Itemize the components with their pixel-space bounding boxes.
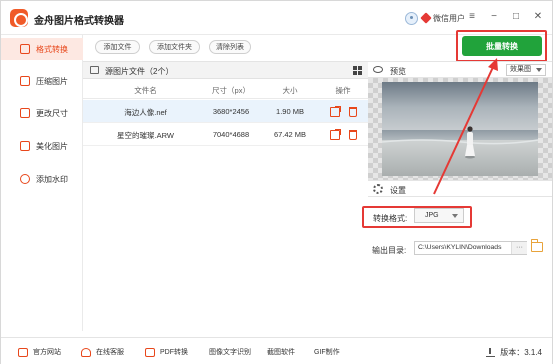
screenshot-link[interactable]: 截图软件 — [267, 347, 295, 357]
sidebar: 格式转换 压缩图片 更改尺寸 美化图片 添加水印 — [1, 35, 83, 331]
gif-maker-link[interactable]: GIF制作 — [314, 347, 340, 357]
add-file-button[interactable]: 添加文件 — [95, 40, 140, 54]
format-convert-icon — [20, 44, 30, 54]
file-list-panel: 源图片文件（2个） 文件名 尺寸（px） 大小 操作 海边人像.nef 3680… — [83, 61, 368, 331]
bottom-link-label: PDF转换 — [160, 349, 188, 356]
support-icon — [81, 347, 91, 357]
app-window: 金舟图片格式转换器 微信用户 ≡ − □ ✕ 格式转换 压缩图片 更改尺寸 美化… — [0, 0, 553, 364]
download-icon — [486, 348, 496, 357]
delete-icon[interactable] — [349, 130, 357, 140]
delete-icon[interactable] — [349, 107, 357, 117]
sidebar-item-label: 格式转换 — [36, 44, 68, 54]
maximize-button[interactable]: □ — [510, 11, 522, 23]
version-info[interactable]: 版本：3.1.4 — [486, 347, 542, 358]
file-dimensions: 7040*4688 — [212, 130, 250, 139]
settings-label: 设置 — [390, 186, 406, 195]
gear-icon — [373, 184, 383, 194]
beautify-icon — [20, 141, 30, 151]
close-button[interactable]: ✕ — [532, 11, 544, 23]
add-folder-button[interactable]: 添加文件夹 — [149, 40, 200, 54]
grid-view-icon[interactable] — [353, 66, 362, 75]
column-header-size: 大小 — [282, 86, 298, 95]
vip-badge-icon — [420, 12, 432, 24]
bottom-link-label: 在线客服 — [96, 349, 124, 356]
preview-header: 预览 效果图 — [368, 61, 552, 78]
minimize-button[interactable]: − — [488, 11, 500, 23]
sidebar-item-watermark[interactable]: 添加水印 — [1, 168, 83, 190]
pdf-convert-link[interactable]: PDF转换 — [145, 347, 188, 357]
file-list-title: 源图片文件（2个） — [105, 67, 174, 76]
sidebar-item-label: 美化图片 — [36, 141, 68, 151]
bottom-link-label: 图像文字识别 — [209, 349, 251, 356]
sidebar-item-label: 压缩图片 — [36, 76, 68, 86]
compress-icon — [20, 76, 30, 86]
menu-icon[interactable]: ≡ — [466, 11, 478, 23]
bottom-bar: 官方网站 在线客服 PDF转换 图像文字识别 截图软件 GIF制作 版本：3.1… — [1, 337, 552, 364]
resize-icon — [20, 108, 30, 118]
column-header-name: 文件名 — [134, 86, 157, 95]
sidebar-item-resize[interactable]: 更改尺寸 — [1, 102, 83, 124]
browse-button[interactable]: ··· — [511, 242, 527, 254]
file-dimensions: 3680*2456 — [212, 107, 250, 116]
preview-area — [368, 78, 552, 180]
file-size: 67.42 MB — [273, 130, 307, 139]
file-size: 1.90 MB — [276, 107, 304, 116]
column-header-actions: 操作 — [335, 86, 351, 95]
format-select-highlight — [362, 206, 472, 228]
table-header: 文件名 尺寸（px） 大小 操作 — [83, 79, 368, 99]
eye-icon — [373, 66, 383, 73]
image-icon — [90, 66, 99, 74]
user-account[interactable]: 微信用户 — [405, 10, 465, 26]
sidebar-item-beautify[interactable]: 美化图片 — [1, 135, 83, 157]
folder-icon[interactable] — [531, 239, 543, 252]
app-title: 金舟图片格式转换器 — [34, 16, 124, 27]
bottom-link-label: 截图软件 — [267, 349, 295, 356]
pdf-icon — [145, 347, 155, 357]
bottom-link-label: 官方网站 — [33, 349, 61, 356]
preview-image — [382, 82, 538, 176]
online-support-link[interactable]: 在线客服 — [81, 347, 124, 357]
bottom-link-label: GIF制作 — [314, 349, 340, 356]
ocr-link[interactable]: 图像文字识别 — [209, 347, 251, 357]
official-website-link[interactable]: 官方网站 — [18, 347, 61, 357]
open-file-icon[interactable] — [330, 106, 341, 117]
file-name: 海边人像.nef — [124, 108, 167, 117]
preview-label: 预览 — [390, 67, 406, 76]
website-icon — [18, 347, 28, 357]
table-row[interactable]: 星空的璀璨.ARW 7040*4688 67.42 MB — [83, 123, 368, 146]
preview-mode-select[interactable]: 效果图 — [506, 64, 546, 76]
settings-header: 设置 — [368, 180, 552, 197]
column-header-dimensions: 尺寸（px） — [212, 86, 250, 95]
sidebar-item-label: 更改尺寸 — [36, 108, 68, 118]
user-name[interactable]: 微信用户 — [433, 13, 465, 24]
convert-button-highlight — [456, 30, 547, 62]
sidebar-item-compress[interactable]: 压缩图片 — [1, 70, 83, 92]
version-label: 版本：3.1.4 — [500, 348, 542, 357]
sidebar-item-format-convert[interactable]: 格式转换 — [1, 38, 83, 60]
sidebar-item-label: 添加水印 — [36, 174, 68, 184]
toolbar: 添加文件 添加文件夹 清除列表 — [83, 35, 370, 59]
output-dir-label: 输出目录: — [372, 246, 407, 255]
app-logo-icon — [10, 9, 28, 27]
open-file-icon[interactable] — [330, 129, 341, 140]
table-row[interactable]: 海边人像.nef 3680*2456 1.90 MB — [83, 100, 368, 123]
avatar[interactable] — [405, 11, 418, 25]
watermark-icon — [20, 174, 30, 184]
clear-list-button[interactable]: 清除列表 — [209, 40, 251, 54]
file-name: 星空的璀璨.ARW — [117, 131, 174, 140]
window-controls: ≡ − □ ✕ — [466, 11, 544, 23]
file-list-header: 源图片文件（2个） — [83, 62, 368, 79]
